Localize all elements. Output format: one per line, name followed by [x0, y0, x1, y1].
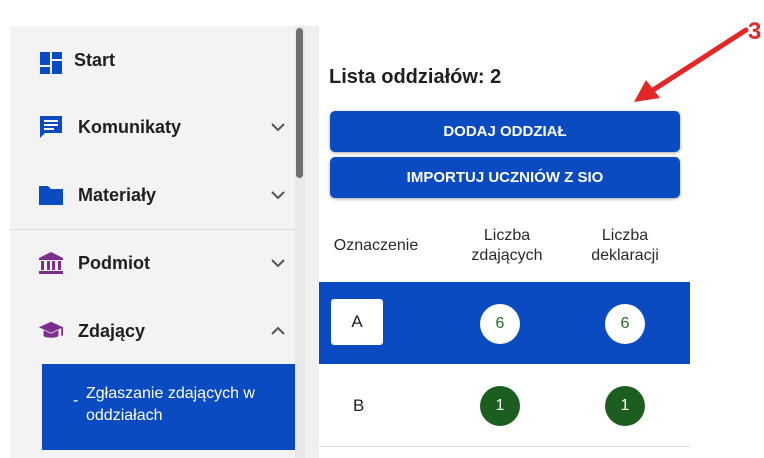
sidebar-item-label: Zdający	[78, 320, 146, 341]
sidebar-scroll-thumb[interactable]	[296, 28, 303, 178]
sidebar-divider	[10, 229, 295, 230]
chevron-down-icon[interactable]	[268, 117, 288, 137]
subitem-dash: -	[73, 392, 79, 409]
sidebar-item-zdajacy[interactable]: Zdający	[10, 300, 295, 362]
column-header-zdajacy: Liczba zdających	[471, 227, 543, 264]
add-class-button[interactable]: DODAJ ODDZIAŁ	[330, 111, 680, 152]
sidebar-subitem-zglaszanie[interactable]: - Zgłaszanie zdających w oddziałach	[42, 364, 295, 450]
column-header-oznaczenie: Oznaczenie	[333, 237, 419, 254]
count-badge: 6	[480, 304, 520, 344]
chevron-down-icon[interactable]	[268, 185, 288, 205]
message-icon	[38, 114, 64, 140]
class-label: B	[353, 396, 365, 415]
graduation-cap-icon	[38, 318, 64, 344]
row-divider	[319, 446, 690, 447]
dashboard-icon	[38, 50, 64, 76]
sidebar-item-label: Start	[74, 50, 116, 70]
sidebar-item-label: Materiały	[78, 184, 157, 205]
annotation-arrow-icon	[634, 27, 749, 102]
folder-icon	[38, 182, 64, 208]
gutter	[305, 26, 319, 458]
sidebar-item-label: Podmiot	[78, 252, 150, 273]
sidebar-item-label: Komunikaty	[78, 116, 182, 137]
column-header-deklaracje: Liczba deklaracji	[591, 227, 659, 264]
annotation-number: 3	[748, 18, 762, 45]
count-badge: 1	[605, 386, 645, 426]
count-badge: 1	[480, 386, 520, 426]
sidebar-item-materialy[interactable]: Materiały	[10, 164, 295, 226]
sidebar-item-podmiot[interactable]: Podmiot	[10, 232, 295, 294]
sidebar-item-komunikaty[interactable]: Komunikaty	[10, 96, 295, 158]
class-label-chip: A	[331, 299, 383, 345]
page-title: Lista oddziałów: 2	[329, 66, 502, 88]
sidebar: Start Komunikaty Materiały Podmiot Zdają…	[10, 26, 295, 458]
sidebar-item-start[interactable]: Start	[10, 32, 295, 94]
institution-icon	[38, 250, 64, 276]
chevron-down-icon[interactable]	[268, 253, 288, 273]
import-students-button[interactable]: IMPORTUJ UCZNIÓW Z SIO	[330, 157, 680, 198]
count-badge: 6	[605, 304, 645, 344]
subitem-label: Zgłaszanie zdających w oddziałach	[86, 385, 255, 424]
chevron-up-icon[interactable]	[268, 321, 288, 341]
